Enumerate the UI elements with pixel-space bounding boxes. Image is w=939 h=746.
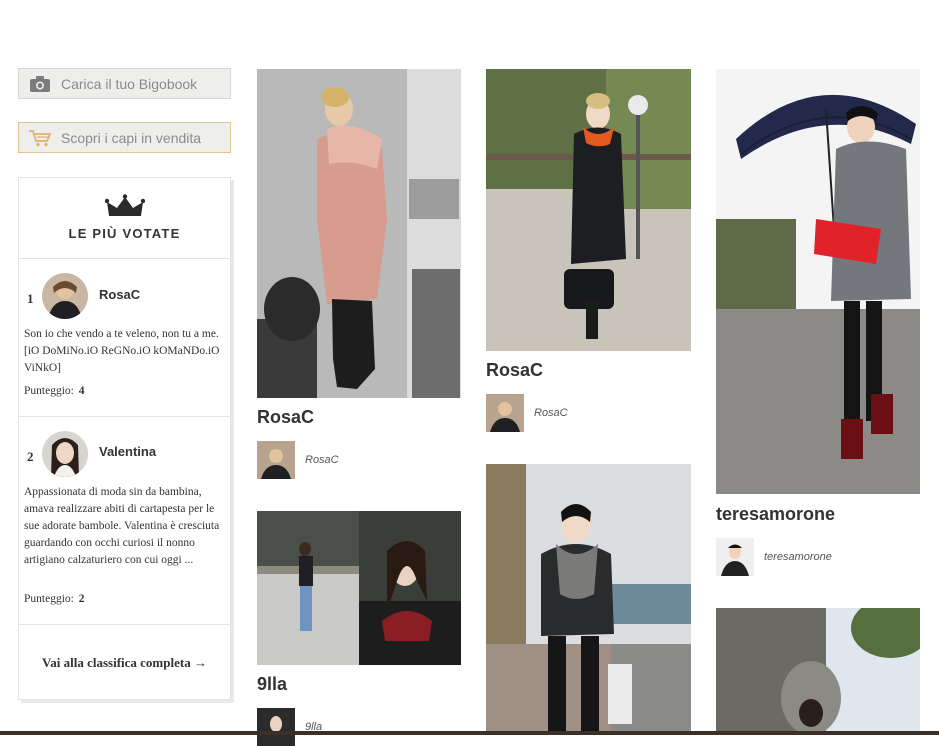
- author-name[interactable]: teresamorone: [764, 551, 832, 563]
- crown-icon: [19, 178, 230, 222]
- outfit-photo[interactable]: [486, 464, 691, 735]
- upload-bigobook-label: Carica il tuo Bigobook: [61, 75, 198, 92]
- footer-bar: [0, 731, 939, 735]
- outfit-photo[interactable]: [716, 69, 920, 494]
- outfit-photo[interactable]: [257, 511, 461, 665]
- score-value: 2: [78, 593, 85, 605]
- card-author[interactable]: RosaC: [486, 394, 568, 432]
- ranking-score: Punteggio: 2: [24, 593, 84, 605]
- avatar[interactable]: [257, 441, 295, 479]
- top-voted-panel: LE PIÙ VOTATE 1 RosaC Son io che vendo a…: [18, 177, 231, 700]
- outfit-photo[interactable]: [716, 608, 920, 735]
- avatar[interactable]: [257, 708, 295, 746]
- ranking-username[interactable]: RosaC: [99, 287, 140, 302]
- card-title[interactable]: teresamorone: [716, 504, 835, 525]
- score-value: 4: [78, 385, 85, 397]
- rank-number: 2: [27, 449, 34, 464]
- ranking-description: Appassionata di moda sin da bambina, ama…: [24, 486, 220, 566]
- upload-bigobook-button[interactable]: Carica il tuo Bigobook: [18, 68, 231, 99]
- card-author[interactable]: teresamorone: [716, 538, 832, 576]
- card-author[interactable]: RosaC: [257, 441, 339, 479]
- panel-title: LE PIÙ VOTATE: [68, 226, 181, 241]
- avatar[interactable]: [716, 538, 754, 576]
- ranking-item[interactable]: 2 Valentina Appassionata di moda sin da …: [19, 417, 230, 625]
- card-title[interactable]: 9lla: [257, 674, 287, 695]
- ranking-description: Son io che vendo a te veleno, non tu a m…: [24, 328, 220, 374]
- avatar[interactable]: [42, 431, 88, 477]
- ranking-item[interactable]: 1 RosaC Son io che vendo a te veleno, no…: [19, 259, 230, 417]
- shop-items-button[interactable]: Scopri i capi in vendita: [18, 122, 231, 153]
- full-ranking-link[interactable]: Vai alla classifica completa →: [19, 625, 230, 671]
- camera-icon: [19, 75, 61, 93]
- card-author[interactable]: 9lla: [257, 708, 322, 746]
- avatar[interactable]: [42, 273, 88, 319]
- top-voted-header: LE PIÙ VOTATE: [19, 178, 230, 259]
- outfit-photo[interactable]: [486, 69, 691, 351]
- author-name[interactable]: RosaC: [534, 407, 568, 419]
- outfit-photo[interactable]: [257, 69, 461, 398]
- score-label: Punteggio:: [24, 385, 74, 397]
- rank-number: 1: [27, 291, 34, 306]
- author-name[interactable]: RosaC: [305, 454, 339, 466]
- card-title[interactable]: RosaC: [257, 407, 314, 428]
- shop-items-label: Scopri i capi in vendita: [61, 129, 202, 146]
- ranking-username[interactable]: Valentina: [99, 444, 156, 459]
- cart-icon: [19, 129, 61, 147]
- card-title[interactable]: RosaC: [486, 360, 543, 381]
- score-label: Punteggio:: [24, 593, 74, 605]
- avatar[interactable]: [486, 394, 524, 432]
- ranking-score: Punteggio: 4: [24, 385, 84, 397]
